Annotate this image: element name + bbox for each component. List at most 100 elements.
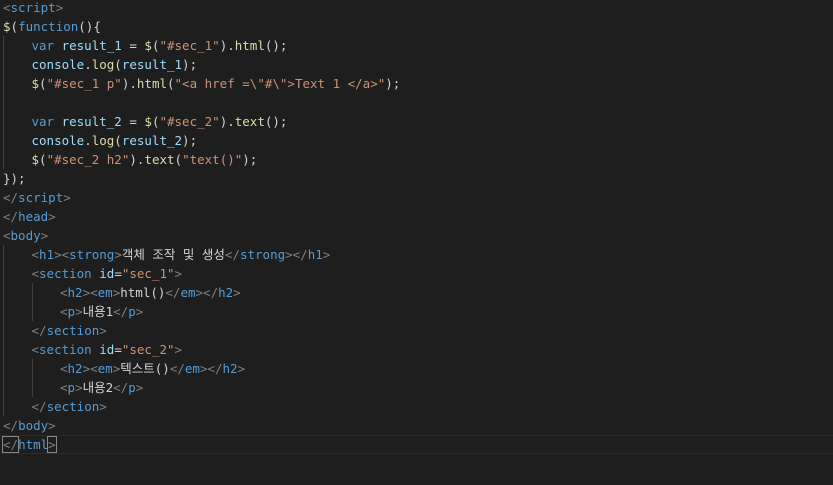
code-token-punctuation: ). bbox=[219, 114, 235, 129]
code-line[interactable]: var result_1 = $("#sec_1").html(); bbox=[3, 36, 833, 55]
code-token-bracket: > bbox=[114, 247, 122, 262]
code-token-tag: em bbox=[184, 361, 200, 376]
code-token-bracket: > bbox=[99, 323, 107, 338]
code-token-bracket: </ bbox=[3, 418, 19, 433]
code-token-bracket: >< bbox=[54, 247, 70, 262]
code-line[interactable]: </html> bbox=[0, 435, 833, 454]
code-token-punctuation: ); bbox=[242, 152, 258, 167]
code-token-bracket: > bbox=[48, 418, 56, 433]
code-token-bracket: >< bbox=[82, 361, 98, 376]
code-line[interactable] bbox=[3, 93, 833, 112]
code-token-bracket: < bbox=[60, 304, 68, 319]
code-line[interactable]: <section id="sec_1"> bbox=[3, 264, 833, 283]
code-line[interactable]: <h2><em>html()</em></h2> bbox=[3, 283, 833, 302]
indent-guide bbox=[3, 112, 32, 131]
code-token-identifier: result_1 bbox=[121, 57, 183, 72]
code-token-function: $ bbox=[31, 76, 40, 91]
code-token-bracket: ></ bbox=[195, 285, 219, 300]
code-token-punctuation: ( bbox=[114, 57, 122, 72]
code-token-bracket: < bbox=[60, 361, 68, 376]
indent-guide bbox=[3, 340, 32, 359]
code-token-function: text bbox=[144, 152, 175, 167]
code-token-identifier: result_2 bbox=[61, 114, 122, 129]
code-token-punctuation: ). bbox=[121, 76, 137, 91]
code-token-bracket: > bbox=[75, 380, 83, 395]
code-line[interactable]: $("#sec_1 p").html("<a href =\"#\">Text … bbox=[3, 74, 833, 93]
code-token-punctuation: ); bbox=[385, 76, 401, 91]
code-editor[interactable]: <script> $(function(){var result_1 = $("#… bbox=[0, 0, 833, 485]
code-token-identifier: result_1 bbox=[61, 38, 122, 53]
code-token-string: "#sec_2" bbox=[159, 114, 220, 129]
code-token-bracket: >< bbox=[82, 285, 98, 300]
code-token-bracket: > bbox=[174, 266, 183, 281]
code-token-tag: h2 bbox=[222, 361, 238, 376]
code-token-punctuation: = bbox=[121, 38, 145, 53]
code-token-punctuation: ( bbox=[10, 19, 19, 34]
code-line[interactable]: <body> bbox=[3, 226, 833, 245]
code-line[interactable]: console.log(result_2); bbox=[3, 131, 833, 150]
indent-guide bbox=[3, 397, 32, 416]
code-line[interactable]: var result_2 = $("#sec_2").text(); bbox=[3, 112, 833, 131]
indent-guide bbox=[3, 321, 32, 340]
code-token-punctuation: ); bbox=[182, 133, 198, 148]
code-token-text: 내용2 bbox=[82, 380, 114, 395]
code-token-string: "sec_2" bbox=[121, 342, 175, 357]
code-token-keyword: var bbox=[31, 38, 55, 53]
code-token-bracket: > bbox=[233, 285, 241, 300]
code-token-identifier: console bbox=[31, 57, 85, 72]
indent-guide bbox=[3, 36, 32, 55]
code-line[interactable]: <h1><strong>객체 조작 및 생성</strong></h1> bbox=[3, 245, 833, 264]
code-token-tag: html bbox=[18, 437, 49, 452]
code-token-attribute: id bbox=[99, 266, 115, 281]
code-token-punctuation: . bbox=[84, 133, 92, 148]
code-token-function: text bbox=[234, 114, 265, 129]
indent-guide bbox=[3, 264, 32, 283]
code-token-punctuation: }); bbox=[3, 171, 26, 186]
code-token-tag: section bbox=[39, 266, 92, 281]
code-token-bracket: > bbox=[55, 0, 64, 15]
indent-guide bbox=[3, 93, 32, 112]
code-token-tag: p bbox=[67, 380, 76, 395]
code-token-function: log bbox=[91, 57, 115, 72]
code-line[interactable]: <script> bbox=[3, 0, 833, 17]
code-line[interactable]: $(function(){ bbox=[3, 17, 833, 36]
code-token-punctuation: ). bbox=[129, 152, 145, 167]
code-token-text: 내용1 bbox=[82, 304, 114, 319]
code-line[interactable]: <section id="sec_2"> bbox=[3, 340, 833, 359]
code-token-function: html bbox=[136, 76, 167, 91]
code-line[interactable]: </script> bbox=[3, 188, 833, 207]
code-token-tag: h2 bbox=[218, 285, 234, 300]
code-line[interactable]: </section> bbox=[3, 321, 833, 340]
code-line[interactable]: }); bbox=[3, 169, 833, 188]
code-token-bracket: </ bbox=[169, 361, 185, 376]
code-line[interactable]: $("#sec_2 h2").text("text()"); bbox=[3, 150, 833, 169]
code-line[interactable]: <p>내용1</p> bbox=[3, 302, 833, 321]
code-token-bracket: < bbox=[3, 228, 11, 243]
code-token-bracket: > bbox=[237, 361, 246, 376]
code-line[interactable]: </body> bbox=[3, 416, 833, 435]
code-line[interactable]: </head> bbox=[3, 207, 833, 226]
code-token-tag: h1 bbox=[307, 247, 323, 262]
code-token-bracket: </ bbox=[113, 380, 129, 395]
code-line[interactable]: <h2><em>텍스트()</em></h2> bbox=[3, 359, 833, 378]
code-line[interactable]: <p>내용2</p> bbox=[3, 378, 833, 397]
code-token-bracket: > bbox=[135, 380, 144, 395]
code-token-punctuation: (){ bbox=[78, 19, 101, 34]
code-token-tag: em bbox=[97, 361, 113, 376]
code-token-tag: section bbox=[39, 342, 92, 357]
code-token-bracket: ></ bbox=[285, 247, 308, 262]
code-lines[interactable]: <script> $(function(){var result_1 = $("#… bbox=[0, 0, 833, 454]
code-token-bracket: > bbox=[47, 436, 57, 453]
code-token-tag: section bbox=[46, 323, 100, 338]
code-token-punctuation: ( bbox=[39, 76, 47, 91]
code-token-tag: em bbox=[97, 285, 113, 300]
indent-guide bbox=[3, 302, 60, 321]
code-token-punctuation: (); bbox=[264, 38, 288, 53]
code-line[interactable]: </section> bbox=[3, 397, 833, 416]
code-token-punctuation: ( bbox=[114, 133, 122, 148]
code-token-string: "text()" bbox=[182, 152, 243, 167]
code-line[interactable]: console.log(result_1); bbox=[3, 55, 833, 74]
code-token-punctuation: ( bbox=[167, 76, 175, 91]
code-token-tag: h2 bbox=[67, 361, 83, 376]
